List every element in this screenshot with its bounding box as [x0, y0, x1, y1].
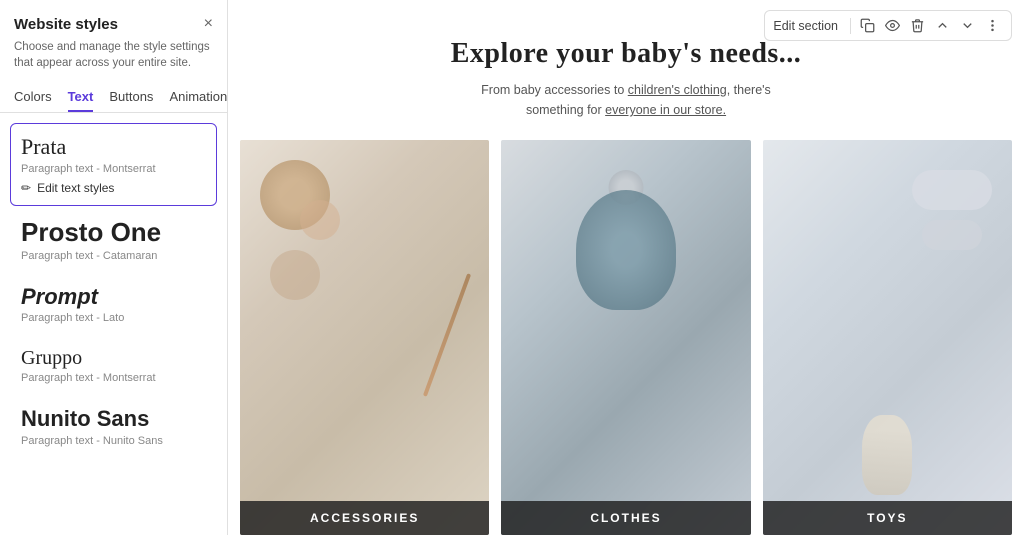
- font-name-prata: Prata: [21, 134, 206, 160]
- font-sub-prosto: Paragraph text - Catamaran: [21, 250, 206, 262]
- clothes-label: CLOTHES: [501, 501, 750, 535]
- font-item-prata[interactable]: Prata Paragraph text - Montserrat ✏ Edit…: [10, 123, 217, 205]
- font-sub-nunito: Paragraph text - Nunito Sans: [21, 435, 206, 447]
- font-name-prompt: Prompt: [21, 284, 206, 310]
- toy-bear: [862, 415, 912, 495]
- edit-section-label: Edit section: [773, 19, 838, 33]
- product-card-toys[interactable]: TOYS: [763, 140, 1012, 535]
- product-card-clothes[interactable]: CLOTHES: [501, 140, 750, 535]
- move-down-button[interactable]: [957, 16, 978, 35]
- section-toolbar: Edit section: [764, 10, 1012, 41]
- font-sub-prata: Paragraph text - Montserrat: [21, 163, 206, 175]
- edit-text-styles-link[interactable]: ✏ Edit text styles: [21, 181, 206, 195]
- cloud-2: [922, 220, 982, 250]
- toolbar-divider-1: [850, 18, 851, 34]
- font-sub-prompt: Paragraph text - Lato: [21, 312, 206, 324]
- accessories-image: [240, 140, 489, 535]
- decorative-circle-2: [300, 200, 340, 240]
- tab-text[interactable]: Text: [68, 83, 94, 112]
- more-options-button[interactable]: [982, 16, 1003, 35]
- section-heading: Explore your baby's needs...: [451, 38, 802, 70]
- copy-button[interactable]: [857, 16, 878, 35]
- edit-text-label: Edit text styles: [37, 181, 114, 195]
- font-list: Prata Paragraph text - Montserrat ✏ Edit…: [0, 113, 227, 535]
- font-item-nunito[interactable]: Nunito Sans Paragraph text - Nunito Sans: [10, 395, 217, 457]
- tab-colors[interactable]: Colors: [14, 83, 52, 112]
- product-grid: ACCESSORIES CLOTHES TOYS: [228, 140, 1024, 535]
- font-item-prosto[interactable]: Prosto One Paragraph text - Catamaran: [10, 206, 217, 273]
- clothes-shape: [576, 190, 676, 310]
- font-name-nunito: Nunito Sans: [21, 406, 206, 432]
- toys-label: TOYS: [763, 501, 1012, 535]
- font-name-gruppo: Gruppo: [21, 346, 206, 370]
- website-styles-panel: Website styles × Choose and manage the s…: [0, 0, 228, 535]
- font-item-prompt[interactable]: Prompt Paragraph text - Lato: [10, 273, 217, 335]
- close-button[interactable]: ×: [204, 16, 213, 32]
- tab-animations[interactable]: Animations: [169, 83, 228, 112]
- panel-subtitle: Choose and manage the style settings tha…: [0, 39, 227, 83]
- move-up-button[interactable]: [932, 16, 953, 35]
- font-item-gruppo[interactable]: Gruppo Paragraph text - Montserrat: [10, 335, 217, 395]
- tab-buttons[interactable]: Buttons: [109, 83, 153, 112]
- toys-image: [763, 140, 1012, 535]
- clothes-image: [501, 140, 750, 535]
- font-sub-gruppo: Paragraph text - Montserrat: [21, 372, 206, 384]
- section-content: Explore your baby's needs... From baby a…: [228, 0, 1024, 535]
- panel-title: Website styles: [14, 16, 118, 33]
- cloud-1: [912, 170, 992, 210]
- delete-button[interactable]: [907, 16, 928, 35]
- pencil-icon: ✏: [21, 181, 31, 195]
- accessories-label: ACCESSORIES: [240, 501, 489, 535]
- panel-tabs: Colors Text Buttons Animations: [0, 83, 227, 113]
- product-card-accessories[interactable]: ACCESSORIES: [240, 140, 489, 535]
- visibility-button[interactable]: [882, 16, 903, 35]
- main-content: Edit section Explore your baby's needs..…: [228, 0, 1024, 535]
- section-subtext: From baby accessories to children's clot…: [456, 80, 796, 120]
- decorative-stick: [423, 273, 471, 397]
- panel-header: Website styles ×: [0, 0, 227, 39]
- font-name-prosto: Prosto One: [21, 217, 206, 248]
- decorative-circle-3: [270, 250, 320, 300]
